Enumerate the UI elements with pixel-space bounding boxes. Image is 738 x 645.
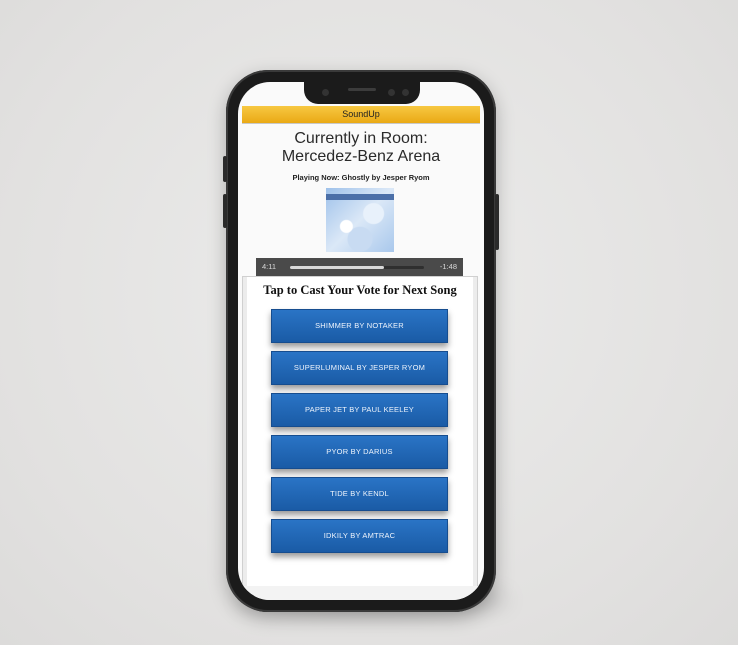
phone-side-button-right <box>495 194 499 250</box>
progress-slider[interactable] <box>290 266 424 269</box>
progress-fill <box>290 266 384 269</box>
screen-bottom-bar <box>238 586 484 600</box>
remaining-time: -1:48 <box>439 262 457 271</box>
vote-panel: Tap to Cast Your Vote for Next Song SHIM… <box>242 276 478 588</box>
phone-side-button-left-2 <box>223 194 227 228</box>
app-header: SoundUp <box>242 106 480 124</box>
phone-side-button-left-1 <box>223 156 227 182</box>
vote-song-button[interactable]: SUPERLUMINAL BY JESPER RYOM <box>271 351 448 385</box>
room-title-line-1: Currently in Room: <box>294 130 428 147</box>
elapsed-time: 4:11 <box>262 262 277 271</box>
now-playing-label: Playing Now: Ghostly by Jesper Ryom <box>292 173 430 182</box>
sensor-icon <box>388 89 395 96</box>
vote-heading: Tap to Cast Your Vote for Next Song <box>263 283 457 297</box>
vote-song-button[interactable]: PYOR BY DARIUS <box>271 435 448 469</box>
album-art <box>326 188 394 252</box>
sensor-icon <box>402 89 409 96</box>
room-title: Currently in Room: Mercedez-Benz Arena <box>238 130 484 166</box>
vote-song-button[interactable]: TIDE BY KENDL <box>271 477 448 511</box>
vote-panel-content: Tap to Cast Your Vote for Next Song SHIM… <box>247 277 473 587</box>
speaker-grille <box>348 88 376 91</box>
phone-notch <box>304 82 420 104</box>
phone-screen: SoundUp Currently in Room: Mercedez-Benz… <box>238 82 484 600</box>
phone-frame: SoundUp Currently in Room: Mercedez-Benz… <box>223 70 499 612</box>
mockup-background: SoundUp Currently in Room: Mercedez-Benz… <box>0 0 738 645</box>
vote-song-button[interactable]: SHIMMER BY NOTAKER <box>271 309 448 343</box>
vote-song-button[interactable]: PAPER JET BY PAUL KEELEY <box>271 393 448 427</box>
album-art-strip <box>326 194 394 200</box>
camera-icon <box>322 89 329 96</box>
vote-song-button[interactable]: IDKILY BY AMTRAC <box>271 519 448 553</box>
room-name: Mercedez-Benz Arena <box>281 148 441 165</box>
audio-player[interactable]: 4:11 -1:48 <box>256 258 463 276</box>
